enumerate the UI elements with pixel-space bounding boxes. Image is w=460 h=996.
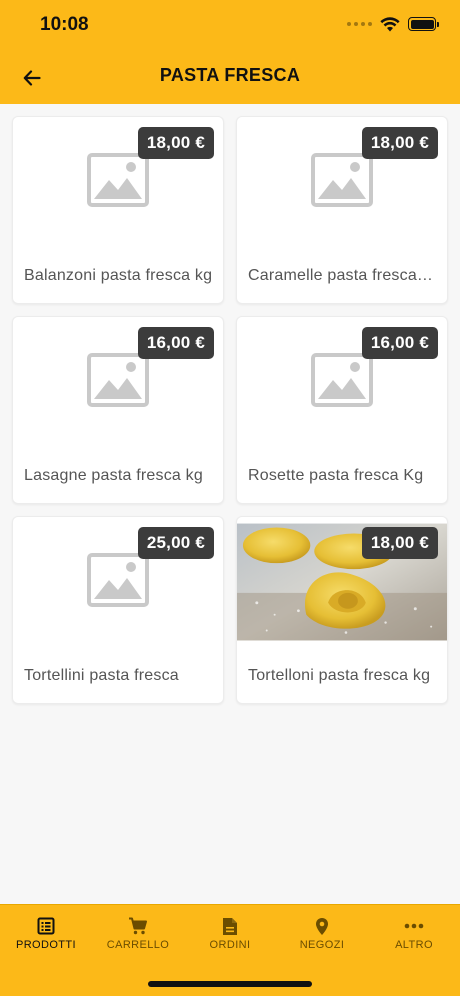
image-placeholder-icon (87, 353, 149, 407)
document-icon (223, 917, 237, 935)
more-icon (404, 923, 424, 929)
page-title: PASTA FRESCA (159, 65, 301, 85)
tab-label: ALTRO (395, 939, 433, 951)
image-placeholder-icon (87, 153, 149, 207)
wifi-icon (380, 16, 400, 31)
image-placeholder-icon (311, 353, 373, 407)
product-card[interactable]: 18,00 € Tortelloni pasta fresca kg (236, 516, 448, 704)
price-badge: 18,00 € (137, 127, 214, 159)
price-badge: 18,00 € (361, 127, 438, 159)
tab-prodotti[interactable]: PRODOTTI (0, 905, 92, 965)
cellular-signal-icon (347, 22, 372, 26)
tab-label: PRODOTTI (15, 939, 77, 951)
app-header: 10:08 PASTA FRESCA (0, 0, 460, 104)
tab-altro[interactable]: ALTRO (368, 905, 460, 965)
location-pin-icon (316, 917, 328, 935)
price-badge: 16,00 € (137, 327, 214, 359)
product-name: Balanzoni pasta fresca kg (24, 267, 213, 284)
product-card[interactable]: 16,00 € Rosette pasta fresca Kg (236, 316, 448, 504)
tab-label: CARRELLO (106, 939, 170, 951)
product-name: Rosette pasta fresca Kg (248, 467, 424, 484)
product-card[interactable]: 18,00 € Balanzoni pasta fresca kg (12, 116, 224, 304)
bottom-tab-bar: PRODOTTI CARRELLO ORDINI NEGOZI ALTRO (0, 904, 460, 996)
tab-label: NEGOZI (299, 939, 345, 951)
battery-icon (408, 17, 439, 31)
product-card[interactable]: 18,00 € Caramelle pasta fresca kg (236, 116, 448, 304)
cart-icon (129, 917, 147, 935)
status-icons (347, 16, 439, 32)
tab-ordini[interactable]: ORDINI (184, 905, 276, 965)
product-name: Tortelloni pasta fresca kg (248, 667, 431, 684)
product-card[interactable]: 25,00 € Tortellini pasta fresca (12, 516, 224, 704)
product-name: Lasagne pasta fresca kg (24, 467, 203, 484)
image-placeholder-icon (311, 153, 373, 207)
product-name: Caramelle pasta fresca kg (248, 267, 437, 284)
price-badge: 16,00 € (361, 327, 438, 359)
home-indicator[interactable] (148, 981, 312, 987)
tab-carrello[interactable]: CARRELLO (92, 905, 184, 965)
product-name: Tortellini pasta fresca (24, 667, 179, 684)
image-placeholder-icon (87, 553, 149, 607)
list-icon (37, 917, 55, 935)
product-card[interactable]: 16,00 € Lasagne pasta fresca kg (12, 316, 224, 504)
product-grid: 18,00 € Balanzoni pasta fresca kg 18,00 … (12, 116, 448, 704)
tab-negozi[interactable]: NEGOZI (276, 905, 368, 965)
status-time: 10:08 (40, 14, 89, 35)
price-badge: 18,00 € (361, 527, 438, 559)
price-badge: 25,00 € (137, 527, 214, 559)
tab-label: ORDINI (209, 939, 251, 951)
